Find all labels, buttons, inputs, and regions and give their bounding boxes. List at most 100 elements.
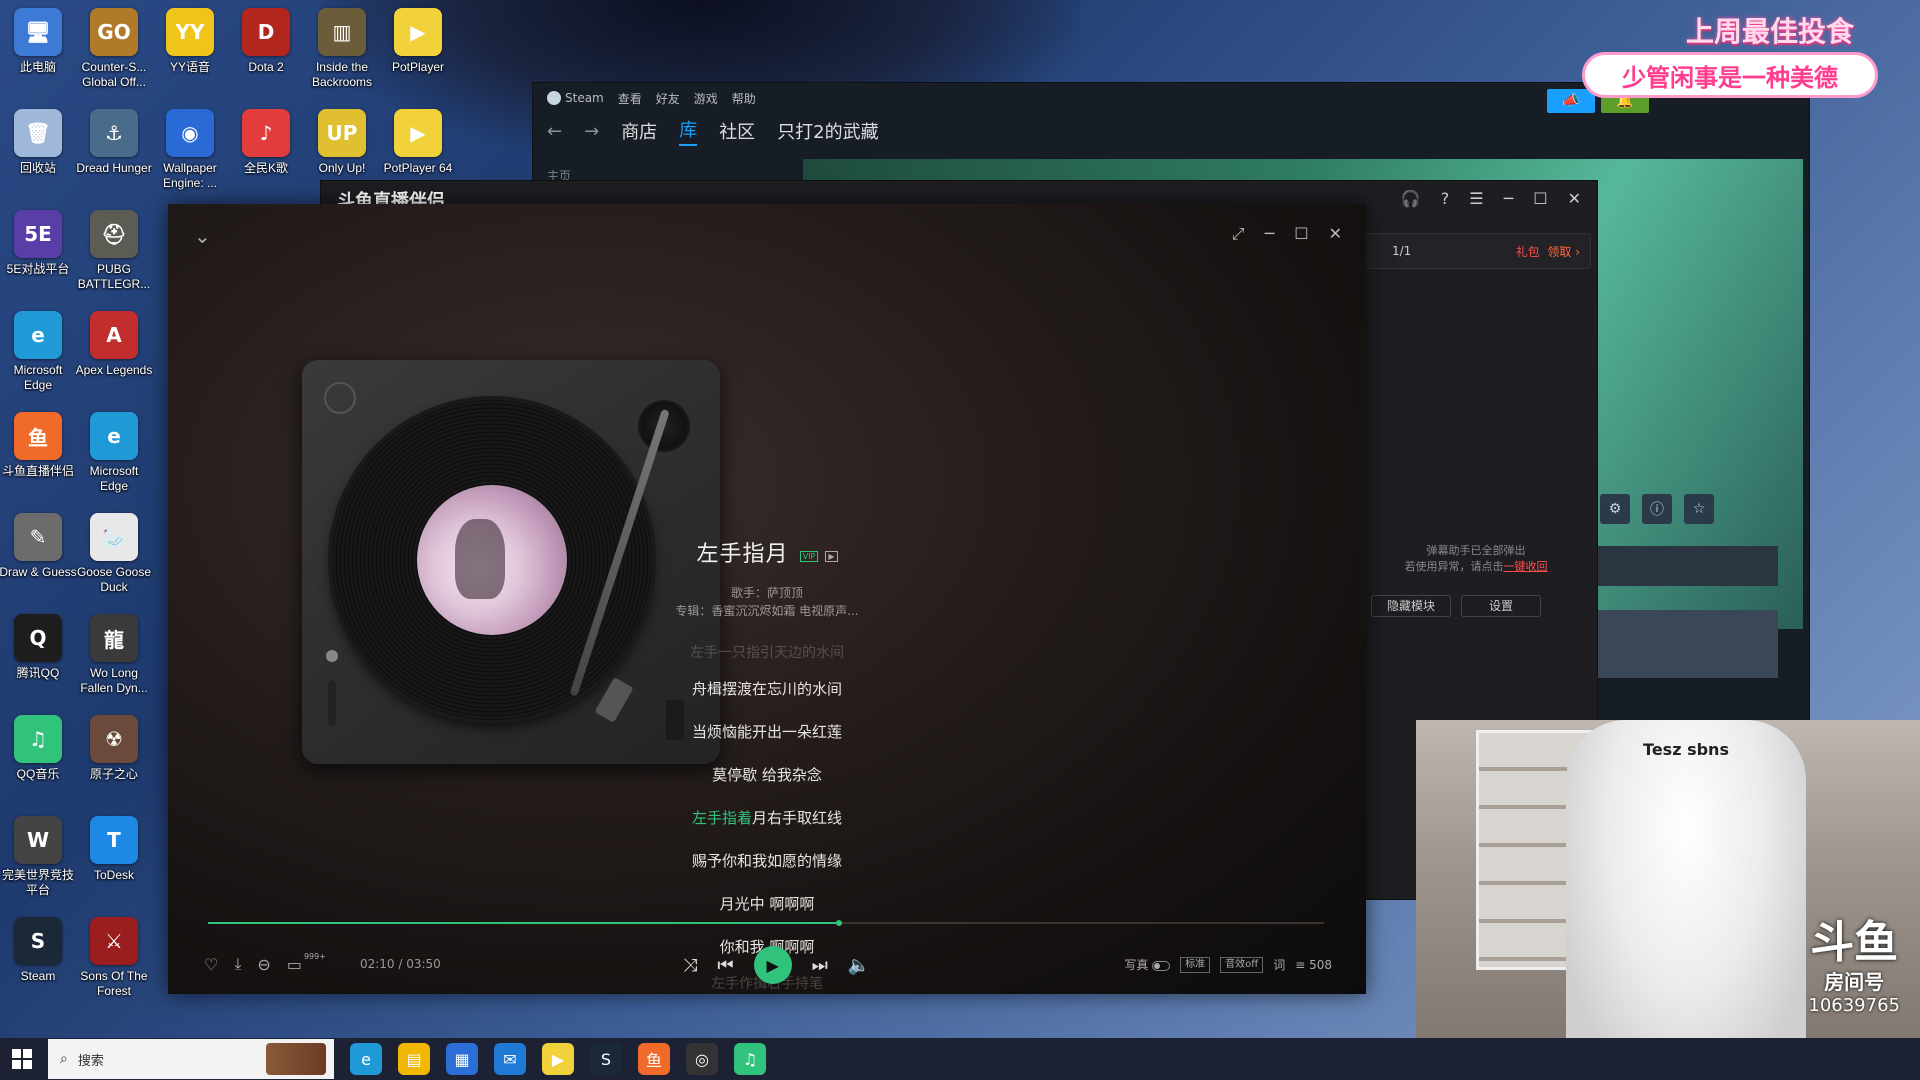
- lyric-button[interactable]: 词: [1273, 956, 1285, 973]
- claim-button[interactable]: 领取: [1547, 245, 1571, 259]
- potplayer-icon[interactable]: ▶: [542, 1043, 574, 1075]
- gear-icon[interactable]: ⚙: [1600, 494, 1630, 524]
- steam-icon[interactable]: S: [590, 1043, 622, 1075]
- album-label[interactable]: 专辑：香蜜沉沉烬如霜 电视原声...: [168, 602, 1366, 619]
- recall-all-link[interactable]: 一键收回: [1504, 560, 1548, 573]
- minimize-icon[interactable]: ─: [1265, 224, 1275, 244]
- desktop-icon-edge[interactable]: e Microsoft Edge: [76, 408, 152, 509]
- desktop-icon-apex[interactable]: A Apex Legends: [76, 307, 152, 408]
- info-icon[interactable]: ⓘ: [1642, 494, 1672, 524]
- star-icon[interactable]: ☆: [1684, 494, 1714, 524]
- desktop-icon-yy[interactable]: YY YY语音: [152, 4, 228, 105]
- desktop-icon-draw-guess[interactable]: ✎ Draw & Guess: [0, 509, 77, 610]
- fullscreen-icon[interactable]: ⤢: [1232, 224, 1245, 244]
- desktop-icon-backrooms[interactable]: ▥ Inside the Backrooms: [304, 4, 380, 105]
- mail-icon[interactable]: ✉: [494, 1043, 526, 1075]
- maximize-icon[interactable]: ☐: [1533, 189, 1547, 208]
- desktop-icon-douyu-assistant[interactable]: 鱼斗鱼直播伴侣: [0, 408, 76, 509]
- close-icon[interactable]: ✕: [1568, 189, 1581, 208]
- desktop-icon-pubg[interactable]: ⛑ PUBG BATTLEGR...: [76, 206, 152, 307]
- steam-menu-friends[interactable]: 好友: [656, 90, 680, 107]
- store-icon[interactable]: ▦: [446, 1043, 478, 1075]
- lyric-line[interactable]: 月光中 啊啊啊: [168, 883, 1366, 926]
- desktop-icon-sons-forest[interactable]: ⚔ Sons Of The Forest: [76, 913, 152, 1014]
- hide-module-button[interactable]: 隐藏模块: [1371, 595, 1451, 617]
- gift-pack-label[interactable]: 礼包: [1516, 245, 1540, 259]
- music-player-window[interactable]: ⌄ ⤢ ─ ☐ ✕ 左手指月 VIP ▶ 歌手：萨顶顶 专辑：香蜜沉沉烬如霜 电…: [168, 204, 1366, 994]
- desktop-icon-label: 此电脑: [19, 60, 56, 74]
- mv-icon[interactable]: ▶: [825, 551, 838, 562]
- steam-tab-library[interactable]: 库: [679, 116, 698, 146]
- settings-button[interactable]: 设置: [1461, 595, 1541, 617]
- desktop-icon-goose[interactable]: 🦢 Goose Goose Duck: [76, 509, 152, 610]
- close-icon[interactable]: ✕: [1329, 224, 1342, 244]
- singer-label[interactable]: 歌手：萨顶顶: [168, 584, 1366, 601]
- next-icon[interactable]: ⏭: [812, 955, 828, 976]
- effect-toggle[interactable]: 音效off: [1220, 956, 1264, 973]
- quality-select[interactable]: 标准: [1180, 956, 1211, 973]
- desktop-icon-label: Dota 2: [248, 60, 284, 74]
- desktop-icon-steam[interactable]: S Steam: [0, 913, 76, 1014]
- yy-icon: YY: [166, 8, 214, 56]
- desktop-icon-wallpaper-engine[interactable]: ◉ Wallpaper Engine: ...: [152, 105, 228, 206]
- desktop-icon-atomic-heart[interactable]: ☢ 原子之心: [76, 711, 152, 812]
- headset-icon[interactable]: 🎧: [1401, 189, 1421, 208]
- windows-start-icon[interactable]: [12, 1049, 32, 1069]
- desktop-icon-qq-music[interactable]: ♫ QQ音乐: [0, 711, 76, 812]
- help-icon[interactable]: ?: [1441, 189, 1450, 208]
- steam-menu-games[interactable]: 游戏: [694, 90, 718, 107]
- lyric-line[interactable]: 赐予你和我如愿的情缘: [168, 840, 1366, 883]
- csgo-icon: GO: [90, 8, 138, 56]
- steam-tab-community[interactable]: 社区: [719, 118, 755, 144]
- desktop-icon-perfect-world[interactable]: W 完美世界竞技平台: [0, 812, 76, 913]
- qq-music-icon[interactable]: ♫: [734, 1043, 766, 1075]
- steam-menu-view[interactable]: 查看: [618, 90, 642, 107]
- steam-tab-store[interactable]: 商店: [621, 118, 657, 144]
- menu-icon[interactable]: ☰: [1469, 189, 1483, 208]
- download-icon[interactable]: ⤓: [234, 954, 241, 974]
- desktop-icon-dota2[interactable]: D Dota 2: [228, 4, 304, 105]
- previous-icon[interactable]: ⏮: [717, 955, 733, 976]
- file-explorer-icon[interactable]: ▤: [398, 1043, 430, 1075]
- douyu-assistant-icon[interactable]: 鱼: [638, 1043, 670, 1075]
- desktop-icon-potplayer[interactable]: ▶ PotPlayer: [380, 4, 456, 105]
- steam-menu-steam[interactable]: Steam: [547, 91, 604, 106]
- lyric-line[interactable]: 左手一只指引天边的水间: [168, 638, 1366, 668]
- more-icon[interactable]: ⊖: [257, 955, 270, 974]
- assistant-buttons: 隐藏模块 设置: [1371, 595, 1541, 617]
- lyric-line[interactable]: 当烦恼能开出一朵红莲: [168, 711, 1366, 754]
- steam-tab-profile[interactable]: 只打2的武藏: [777, 118, 878, 144]
- desktop-icon-recycle-bin[interactable]: 🗑 回收站: [0, 105, 76, 206]
- volume-icon[interactable]: 🔈: [848, 955, 870, 976]
- desktop-icon-dread-hunger[interactable]: ⚓ Dread Hunger: [76, 105, 152, 206]
- taskbar-search[interactable]: ⌕ 搜索: [48, 1039, 334, 1079]
- shuffle-icon[interactable]: ⤨: [683, 955, 697, 976]
- desktop-icon-kge[interactable]: ♪ 全民K歌: [228, 105, 304, 206]
- forward-arrow-icon[interactable]: →: [584, 121, 599, 142]
- desktop-icon-wolong[interactable]: 龍 Wo Long Fallen Dyn...: [76, 610, 152, 711]
- portrait-toggle[interactable]: 写真: [1124, 956, 1171, 973]
- lyric-line[interactable]: 莫停歇 给我杂念: [168, 754, 1366, 797]
- steam-menu-help[interactable]: 帮助: [732, 90, 756, 107]
- megaphone-icon[interactable]: 📣: [1547, 89, 1595, 113]
- desktop-icon-todesk[interactable]: T ToDesk: [76, 812, 152, 913]
- desktop-icon-computer[interactable]: 🖥 此电脑: [0, 4, 76, 105]
- collapse-chevron-icon[interactable]: ⌄: [194, 224, 211, 248]
- progress-bar[interactable]: [208, 920, 1324, 926]
- heart-icon[interactable]: ♡: [204, 955, 218, 974]
- desktop-icon-qq[interactable]: Q 腾讯QQ: [0, 610, 76, 711]
- play-button[interactable]: ▶: [753, 946, 792, 984]
- progress-handle[interactable]: [835, 920, 842, 926]
- edge-icon[interactable]: e: [350, 1043, 382, 1075]
- maximize-icon[interactable]: ☐: [1294, 224, 1308, 244]
- obs-icon[interactable]: ◎: [686, 1043, 718, 1075]
- desktop-icon-5e[interactable]: 5E 5E对战平台: [0, 206, 76, 307]
- lyric-line-current[interactable]: 左手指着月右手取红线: [168, 797, 1366, 840]
- minimize-icon[interactable]: ─: [1504, 189, 1514, 208]
- playlist-button[interactable]: ≡ 508: [1295, 958, 1332, 972]
- lyric-line[interactable]: 舟楫摆渡在忘川的水间: [168, 668, 1366, 711]
- desktop-icon-csgo[interactable]: GO Counter-S... Global Off...: [76, 4, 152, 105]
- back-arrow-icon[interactable]: ←: [547, 121, 562, 142]
- desktop-icon-edge[interactable]: e Microsoft Edge: [0, 307, 76, 408]
- comment-icon[interactable]: ▭: [287, 955, 302, 974]
